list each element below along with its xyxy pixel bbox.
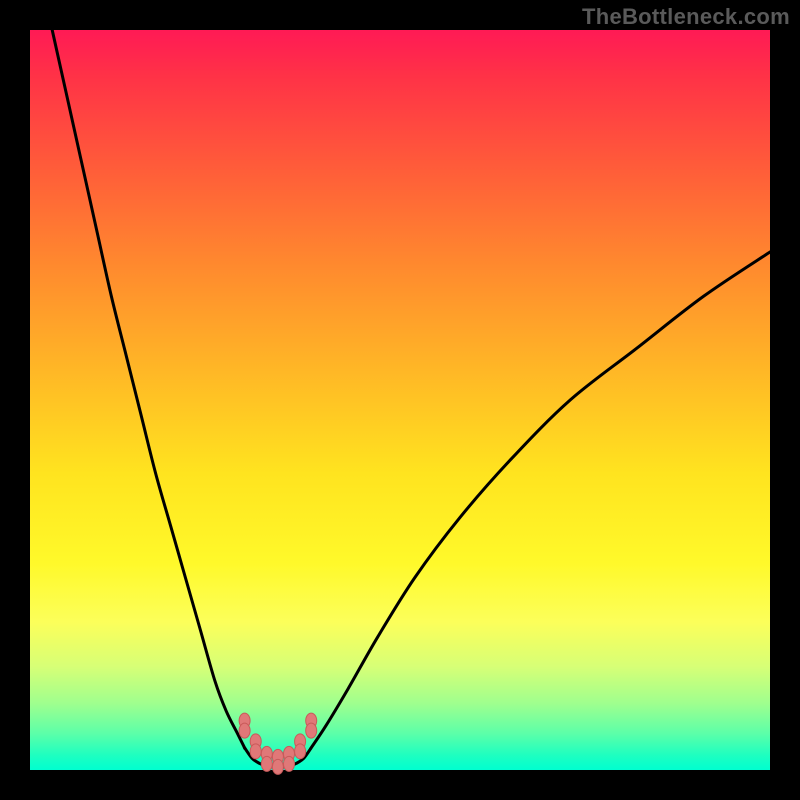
marker-group [239, 713, 317, 774]
chart-frame: TheBottleneck.com [0, 0, 800, 800]
watermark-text: TheBottleneck.com [582, 4, 790, 30]
valley-marker [250, 734, 261, 759]
valley-marker [295, 734, 306, 759]
valley-marker [306, 713, 317, 738]
valley-marker [239, 713, 250, 738]
curve-group [52, 30, 770, 767]
valley-marker [284, 746, 295, 771]
valley-marker [261, 746, 272, 771]
chart-plot-area [30, 30, 770, 770]
chart-svg [30, 30, 770, 770]
valley-marker [272, 749, 283, 774]
bottleneck-curve [52, 30, 770, 767]
